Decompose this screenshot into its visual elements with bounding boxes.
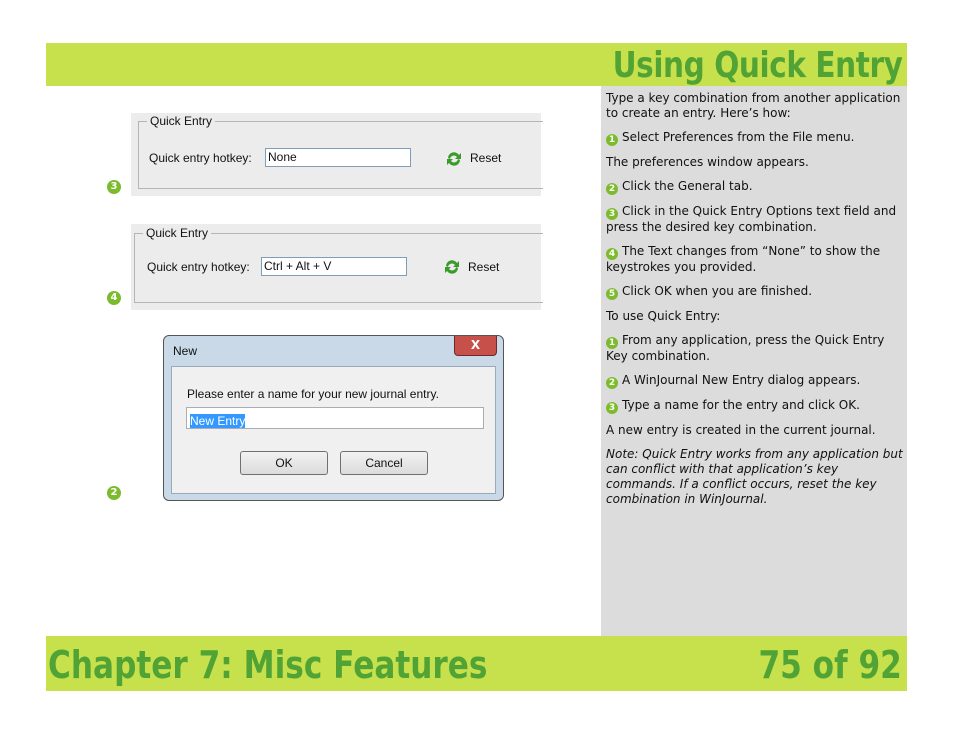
hotkey-label: Quick entry hotkey: — [149, 151, 252, 165]
step-item: 5 Click OK when you are finished. — [606, 284, 906, 300]
step-item: 2 A WinJournal New Entry dialog appears. — [606, 373, 906, 389]
step-item: 3 Click in the Quick Entry Options text f… — [606, 204, 906, 235]
close-icon: X — [470, 338, 481, 352]
step-item: 1 Select Preferences from the File menu. — [606, 130, 906, 146]
result-text: A new entry is created in the current jo… — [606, 423, 876, 437]
dialog-prompt: Please enter a name for your new journal… — [187, 387, 439, 401]
refresh-icon[interactable] — [442, 258, 462, 276]
entry-name-input[interactable]: New Entry — [186, 407, 484, 429]
step-text: Click OK when you are finished. — [622, 284, 813, 298]
step-number: 4 — [606, 248, 618, 260]
hotkey-input[interactable]: Ctrl + Alt + V — [261, 257, 407, 276]
step-number: 2 — [606, 183, 618, 195]
result-text: The preferences window appears. — [606, 155, 809, 169]
step-number: 1 — [606, 134, 618, 146]
entry-name-value: New Entry — [190, 414, 246, 428]
refresh-icon[interactable] — [444, 150, 464, 168]
step-text: Type a name for the entry and click OK. — [622, 398, 860, 412]
step-4-marker: 4 — [107, 291, 121, 305]
step-item: 2 Click the General tab. — [606, 179, 906, 195]
page-title: Using Quick Entry — [612, 45, 902, 86]
step-text: A WinJournal New Entry dialog appears. — [622, 373, 861, 387]
reset-button[interactable]: Reset — [470, 151, 501, 165]
chapter-title: Chapter 7: Misc Features — [48, 643, 488, 687]
quick-entry-panel-before: Quick Entry Quick entry hotkey: None Res… — [131, 113, 543, 196]
step-number: 3 — [606, 402, 618, 414]
groupbox-legend: Quick Entry — [143, 226, 212, 240]
step-text: Select Preferences from the File menu. — [622, 130, 855, 144]
hotkey-input[interactable]: None — [265, 148, 411, 167]
dialog-title: New — [173, 344, 198, 358]
step-text: The Text changes from “None” to show the… — [606, 244, 881, 274]
step-item: 3 Type a name for the entry and click OK. — [606, 398, 906, 414]
intro-text: Type a key combination from another appl… — [606, 91, 901, 120]
quick-entry-panel-after: Quick Entry Quick entry hotkey: Ctrl + A… — [131, 224, 543, 310]
close-button[interactable]: X — [454, 336, 497, 356]
new-entry-dialog: New X Please enter a name for your new j… — [163, 335, 504, 501]
step-item: 1 From any application, press the Quick E… — [606, 333, 906, 364]
step-2-marker: 2 — [107, 486, 121, 500]
step-number: 2 — [606, 377, 618, 389]
note-text: Note: Quick Entry works from any applica… — [606, 447, 903, 506]
groupbox-legend: Quick Entry — [147, 114, 216, 128]
hotkey-label: Quick entry hotkey: — [147, 260, 250, 274]
dialog-body: Please enter a name for your new journal… — [171, 366, 496, 494]
ok-button[interactable]: OK — [240, 451, 328, 475]
instructions-text: Type a key combination from another appl… — [606, 91, 906, 516]
step-3-marker: 3 — [107, 180, 121, 194]
step-text: From any application, press the Quick En… — [606, 333, 885, 363]
step-item: 4 The Text changes from “None” to show th… — [606, 244, 906, 275]
reset-button[interactable]: Reset — [468, 260, 499, 274]
step-text: Click the General tab. — [622, 179, 753, 193]
step-text: Click in the Quick Entry Options text fi… — [606, 204, 897, 234]
cancel-button[interactable]: Cancel — [340, 451, 428, 475]
step-number: 1 — [606, 337, 618, 349]
step-number: 5 — [606, 288, 618, 300]
section-heading: To use Quick Entry: — [606, 309, 721, 323]
page-number: 75 of 92 — [758, 643, 902, 687]
step-number: 3 — [606, 208, 618, 220]
